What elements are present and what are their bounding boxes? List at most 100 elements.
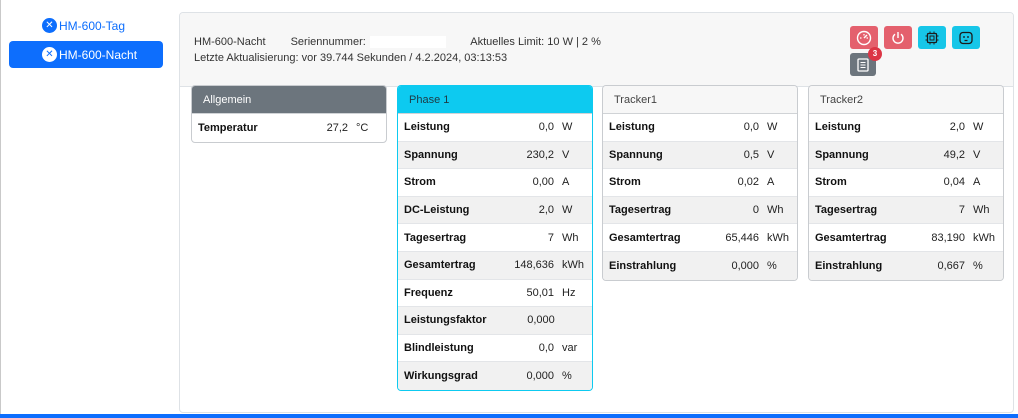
power-icon — [892, 31, 904, 44]
row-name: Tagesertrag — [609, 204, 672, 217]
event-log-button[interactable]: 3 — [850, 47, 882, 76]
row-value: 0,0 — [538, 342, 554, 355]
row-name: Gesamtertrag — [609, 231, 681, 244]
row-unit: V — [562, 148, 570, 161]
serial-number-redacted — [369, 36, 446, 49]
event-count-badge: 3 — [868, 47, 882, 61]
row-value: 0,000 — [731, 259, 759, 272]
row-unit: W — [562, 121, 573, 134]
row-name: DC-Leistung — [404, 204, 470, 217]
phase-panel: Phase 1 Leistung 0,0 W Spannung 230,2 V Stro… — [397, 85, 593, 391]
table-row: Leistung 2,0 W — [809, 114, 1003, 142]
row-value: 0,0 — [538, 121, 554, 134]
row-value: 0,00 — [532, 176, 554, 189]
dashboard-button[interactable] — [850, 26, 878, 49]
list-icon — [857, 57, 869, 72]
row-name: Leistung — [815, 121, 861, 134]
row-unit: kWh — [767, 231, 789, 244]
row-name: Tagesertrag — [815, 204, 878, 217]
row-value: 7 — [547, 231, 554, 244]
current-limit: Aktuelles Limit: 10 W | 2 % — [470, 36, 601, 48]
row-name: Wirkungsgrad — [404, 370, 478, 383]
row-value: 0,02 — [737, 176, 759, 189]
grid-profile-button[interactable] — [952, 26, 980, 49]
tab-label: HM-600-Tag — [59, 18, 126, 33]
inverter-tabs: ✕ HM-600-Tag ✕ HM-600-Nacht — [9, 12, 163, 68]
panel-title: Phase 1 — [398, 86, 592, 114]
row-unit: Wh — [973, 204, 990, 217]
table-row: Spannung 0,5 V — [603, 141, 797, 170]
row-value: 0,04 — [943, 176, 965, 189]
table-row: Spannung 230,2 V — [398, 141, 592, 170]
row-name: Leistung — [609, 121, 655, 134]
row-value: 0,0 — [743, 121, 759, 134]
row-unit: % — [562, 370, 572, 383]
row-value: 0,000 — [526, 370, 554, 383]
row-name: Gesamtertrag — [404, 259, 476, 272]
row-unit: W — [767, 121, 778, 134]
row-name: Frequenz — [404, 286, 453, 299]
row-unit: var — [562, 342, 578, 355]
table-row: Tagesertrag 7 Wh — [398, 224, 592, 252]
panel-title: Tracker1 — [603, 86, 797, 114]
serial-label: Seriennummer: — [290, 36, 366, 48]
row-unit: V — [767, 148, 775, 161]
table-row: Tagesertrag 0 Wh — [603, 196, 797, 225]
outlet-icon — [959, 31, 973, 44]
row-value: 49,2 — [943, 148, 965, 161]
row-value: 0,667 — [937, 259, 965, 272]
row-name: Gesamtertrag — [815, 231, 887, 244]
table-row: Einstrahlung 0,667% — [809, 251, 1003, 280]
power-button[interactable] — [884, 26, 912, 49]
table-row: Strom 0,00 A — [398, 169, 592, 197]
row-unit: W — [562, 204, 573, 217]
device-name: HM-600-Nacht — [194, 36, 266, 48]
inverter-info: HM-600-Nacht Seriennummer: Aktuelles Lim… — [194, 36, 623, 49]
table-row: Gesamtertrag 83,190 kWh — [809, 224, 1003, 252]
window-edge — [0, 0, 1, 418]
row-name: Strom — [609, 176, 641, 189]
table-row: Temperatur 27,2 °C — [192, 114, 386, 142]
table-row: Blindleistung 0,0 var — [398, 335, 592, 363]
row-value: 27,2 — [326, 121, 348, 134]
row-unit: W — [973, 121, 984, 134]
panel-title: Tracker2 — [809, 86, 1003, 114]
row-unit: A — [767, 176, 775, 189]
table-row: Strom 0,04 A — [809, 169, 1003, 197]
device-info-button[interactable] — [918, 26, 946, 49]
row-unit: kWh — [562, 259, 584, 272]
table-row: DC-Leistung 2,0 W — [398, 196, 592, 225]
row-unit: kWh — [973, 231, 995, 244]
row-unit: Hz — [562, 286, 576, 299]
row-unit: % — [973, 259, 983, 272]
row-name: Spannung — [404, 148, 458, 161]
table-row: Gesamtertrag 148,636 kWh — [398, 251, 592, 280]
row-value: 7 — [958, 204, 965, 217]
close-icon[interactable]: ✕ — [42, 18, 57, 33]
table-row: Leistungsfaktor 0,000 — [398, 307, 592, 335]
panel-title: Allgemein — [192, 86, 386, 114]
close-icon[interactable]: ✕ — [42, 47, 57, 62]
row-unit: Wh — [562, 231, 579, 244]
tab-hm-600-nacht[interactable]: ✕ HM-600-Nacht — [9, 41, 163, 68]
row-unit: Wh — [767, 204, 784, 217]
last-update: Letzte Aktualisierung: vor 39.744 Sekund… — [194, 52, 508, 64]
cpu-icon — [925, 31, 939, 44]
row-name: Leistung — [404, 121, 450, 134]
row-value: 148,636 — [514, 259, 554, 272]
row-unit: A — [973, 176, 981, 189]
row-name: Einstrahlung — [609, 259, 677, 272]
row-name: Tagesertrag — [404, 231, 467, 244]
row-unit: A — [562, 176, 570, 189]
speedometer-icon — [856, 30, 872, 45]
table-row: Strom 0,02 A — [603, 169, 797, 197]
table-row: Tagesertrag 7 Wh — [809, 196, 1003, 225]
row-value: 0,5 — [743, 148, 759, 161]
row-name: Strom — [815, 176, 847, 189]
row-value: 65,446 — [725, 231, 759, 244]
row-value: 0,000 — [527, 314, 555, 327]
tab-label: HM-600-Nacht — [59, 47, 138, 62]
tab-hm-600-tag[interactable]: ✕ HM-600-Tag — [9, 12, 163, 39]
table-row: Gesamtertrag 65,446 kWh — [603, 224, 797, 252]
table-row: Leistung 0,0 W — [603, 114, 797, 142]
